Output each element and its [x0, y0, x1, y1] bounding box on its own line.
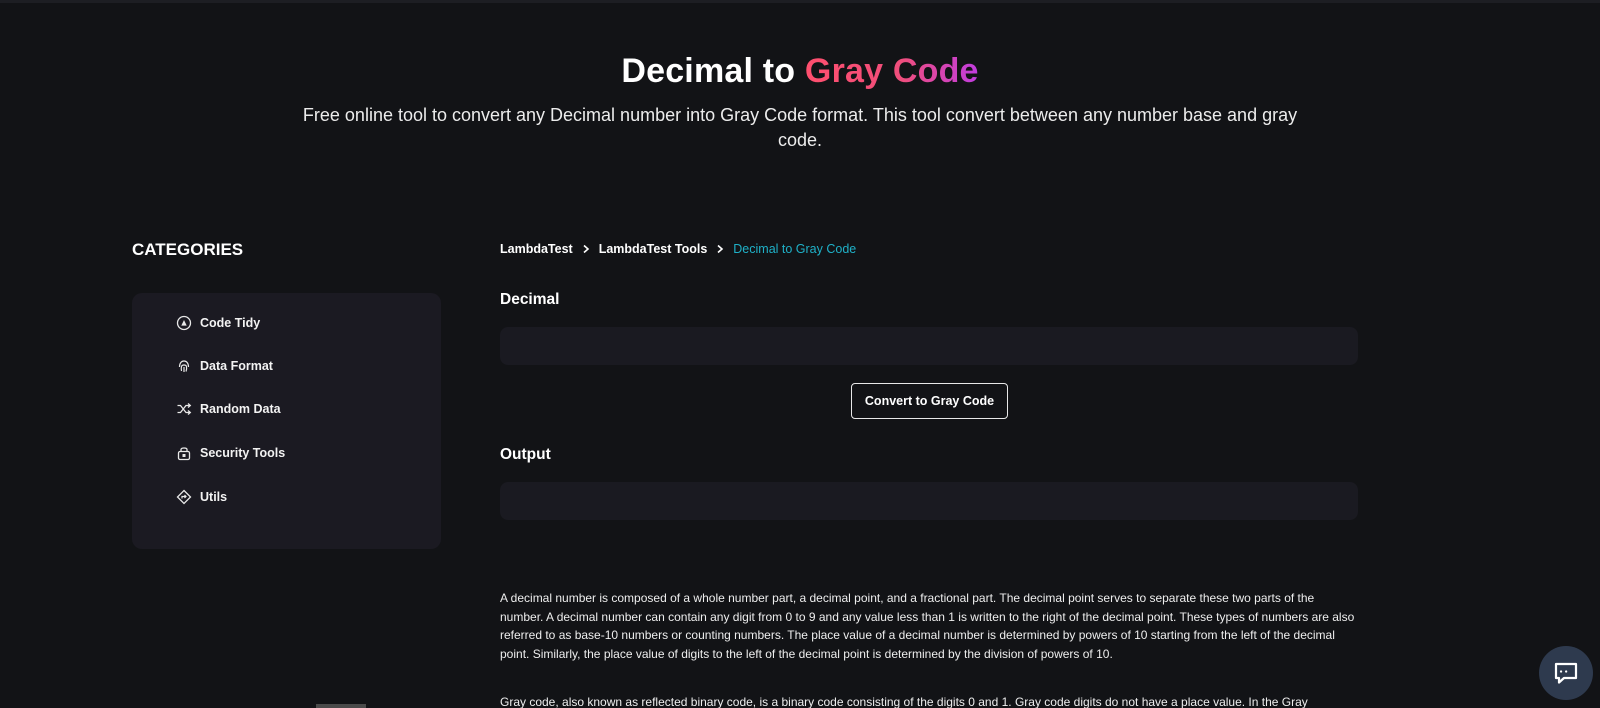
decimal-label: Decimal: [500, 291, 560, 308]
output-label: Output: [500, 446, 551, 463]
utils-icon: [176, 489, 192, 505]
top-divider: [0, 0, 1600, 3]
categories-heading: CATEGORIES: [132, 240, 244, 259]
convert-button[interactable]: Convert to Gray Code: [851, 383, 1008, 419]
categories-panel: Code Tidy Data Format Random Data Securi…: [132, 293, 441, 549]
horizontal-scrollbar[interactable]: [316, 704, 366, 708]
sidebar-item-security-tools[interactable]: Security Tools: [176, 443, 285, 463]
sidebar-item-utils[interactable]: Utils: [176, 487, 227, 507]
sidebar-item-data-format[interactable]: Data Format: [176, 356, 273, 376]
chat-button[interactable]: [1539, 646, 1593, 700]
sidebar-item-random-data[interactable]: Random Data: [176, 399, 281, 419]
sidebar-item-label: Utils: [200, 490, 228, 504]
breadcrumb: LambdaTest LambdaTest Tools Decimal to G…: [500, 242, 856, 256]
lock-icon: [177, 447, 191, 461]
page: Decimal to Gray Code Free online tool to…: [0, 0, 1600, 708]
chevron-right-icon: [717, 244, 724, 254]
sidebar-item-label: Random Data: [200, 402, 281, 416]
output-field[interactable]: [500, 482, 1358, 520]
breadcrumb-current: Decimal to Gray Code: [733, 242, 857, 256]
title-accent: Gray Code: [804, 52, 979, 90]
shuffle-icon: [177, 403, 192, 415]
chevron-right-icon: [583, 244, 589, 254]
description-paragraph-1: A decimal number is composed of a whole …: [500, 591, 1355, 661]
page-title: Decimal to Gray Code: [0, 52, 1600, 91]
sidebar-item-label: Code Tidy: [200, 316, 261, 330]
fingerprint-icon: [178, 360, 190, 372]
page-subtitle: Free online tool to convert any Decimal …: [302, 105, 1298, 150]
decimal-input[interactable]: [500, 327, 1358, 365]
code-tidy-icon: [176, 315, 192, 331]
chat-icon: [1554, 662, 1578, 684]
description-paragraph-2: Gray code, also known as reflected binar…: [500, 695, 1308, 708]
sidebar-item-code-tidy[interactable]: Code Tidy: [176, 313, 260, 333]
sidebar-item-label: Security Tools: [200, 446, 286, 460]
breadcrumb-lambdatest[interactable]: LambdaTest: [500, 242, 573, 256]
sidebar-item-label: Data Format: [200, 359, 273, 373]
title-plain: Decimal to: [621, 52, 805, 90]
breadcrumb-lambdatest-tools[interactable]: LambdaTest Tools: [599, 242, 708, 256]
